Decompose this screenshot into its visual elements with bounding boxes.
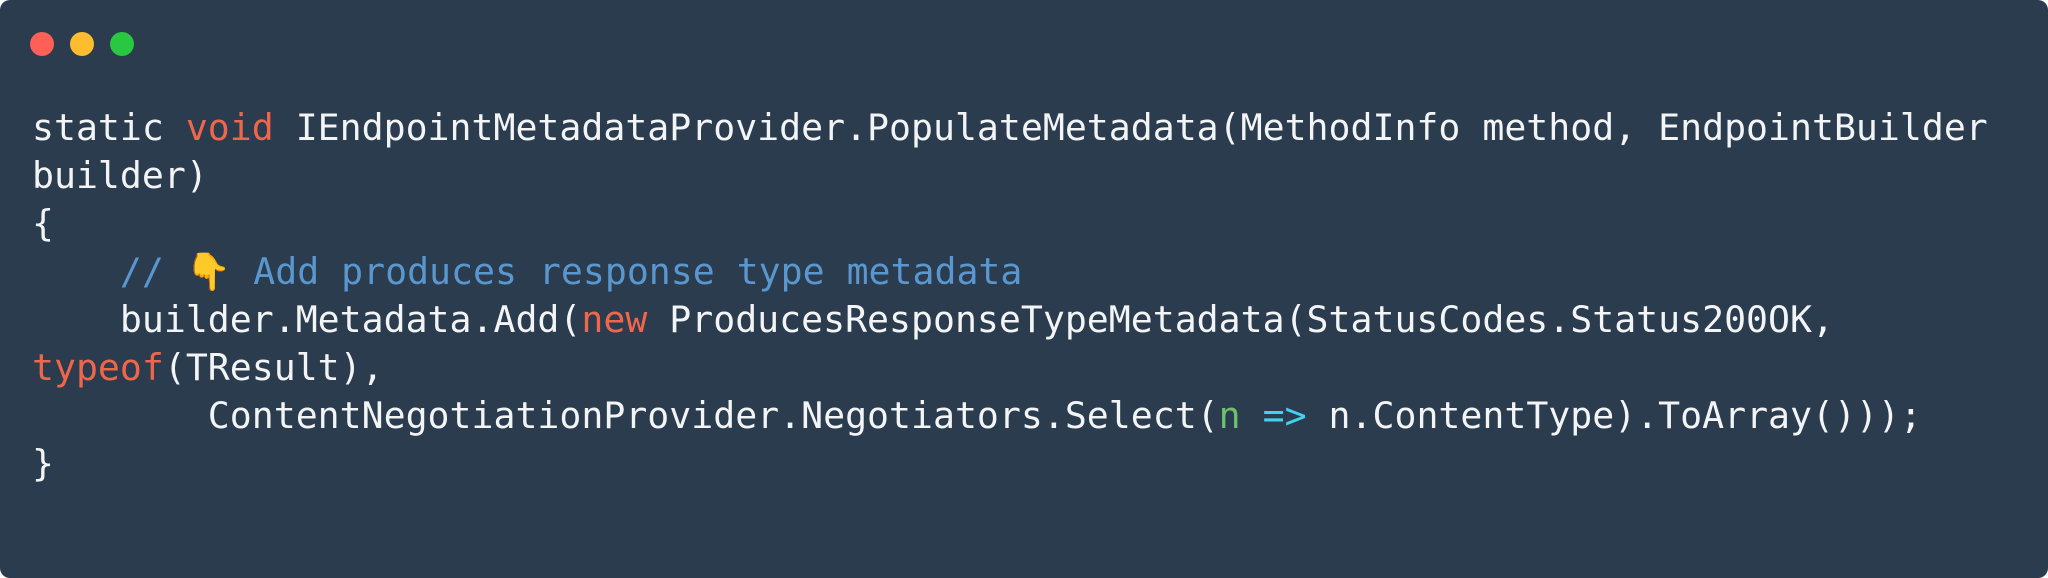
code-window: static void IEndpointMetadataProvider.Po… bbox=[0, 0, 2048, 578]
code-token-keyword: typeof bbox=[32, 346, 164, 389]
code-token-plain: ProducesResponseTypeMetadata(StatusCodes… bbox=[647, 298, 1834, 341]
code-token-plain: } bbox=[32, 442, 54, 485]
code-token-plain: { bbox=[32, 202, 54, 245]
code-token-keyword: void bbox=[185, 106, 274, 149]
code-line: builder) bbox=[32, 152, 1988, 200]
code-token-param: n bbox=[1218, 394, 1241, 437]
code-token-plain: builder.Metadata.Add( bbox=[32, 298, 582, 341]
code-token-plain: ContentNegotiationProvider.Negotiators.S… bbox=[32, 394, 1219, 437]
code-token-plain: builder) bbox=[32, 154, 208, 197]
code-line: // 👇 Add produces response type metadata bbox=[32, 248, 1988, 296]
minimize-dot-icon[interactable] bbox=[70, 32, 94, 56]
code-line: builder.Metadata.Add(new ProducesRespons… bbox=[32, 296, 1988, 344]
code-token-plain: (TResult), bbox=[163, 346, 384, 389]
close-dot-icon[interactable] bbox=[30, 32, 54, 56]
code-line: ContentNegotiationProvider.Negotiators.S… bbox=[32, 392, 1988, 440]
code-token-comment: // 👇 Add produces response type metadata bbox=[119, 250, 1023, 293]
code-token-plain: static bbox=[32, 106, 186, 149]
maximize-dot-icon[interactable] bbox=[110, 32, 134, 56]
code-token-keyword: new bbox=[581, 298, 648, 341]
code-token-plain: n.ContentType).ToArray())); bbox=[1306, 394, 1922, 437]
code-line: static void IEndpointMetadataProvider.Po… bbox=[32, 104, 1988, 152]
code-block: static void IEndpointMetadataProvider.Po… bbox=[32, 104, 1988, 488]
code-line: typeof(TResult), bbox=[32, 344, 1988, 392]
code-token-arrow: => bbox=[1262, 394, 1307, 437]
code-line: { bbox=[32, 200, 1988, 248]
code-token-plain: IEndpointMetadataProvider.PopulateMetada… bbox=[273, 106, 1988, 149]
code-line: } bbox=[32, 440, 1988, 488]
